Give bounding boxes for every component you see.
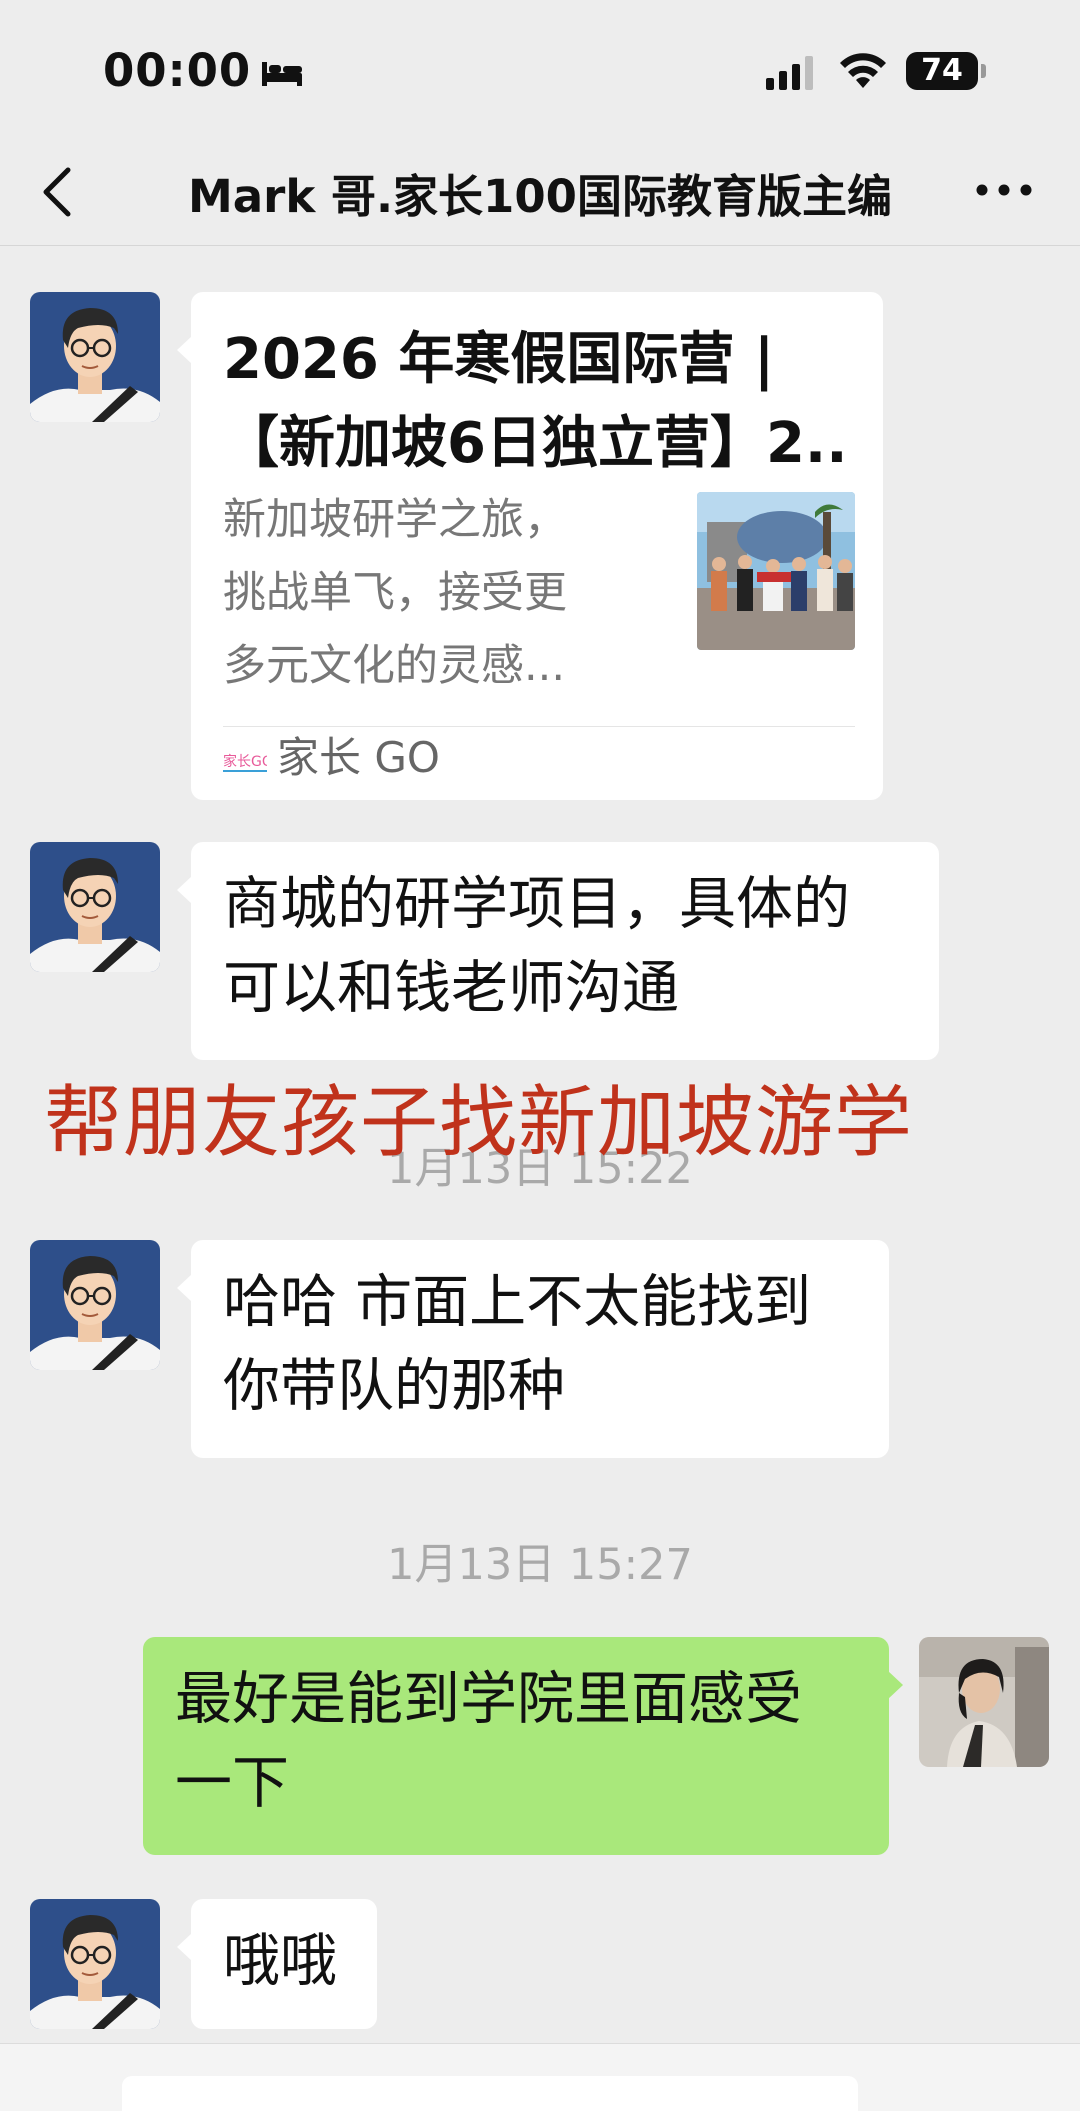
- bubble-tail: [177, 336, 192, 364]
- link-card-desc-line: 多元文化的灵感...: [223, 641, 566, 691]
- battery-icon: 74: [906, 52, 986, 90]
- chat-title: Mark 哥.家长100国际教育版主编: [188, 170, 892, 223]
- status-time: 00:00: [103, 44, 252, 97]
- bubble-tail: [177, 876, 192, 904]
- battery-tip: [981, 64, 986, 78]
- contact-avatar[interactable]: [30, 1240, 160, 1370]
- cartoon-man-avatar-icon: [30, 1899, 160, 2029]
- message-text-line: 你带队的那种: [223, 1353, 565, 1419]
- link-card-desc-line: 挑战单飞，接受更: [223, 568, 567, 618]
- message-input[interactable]: [122, 2076, 858, 2111]
- status-bar: 00:00 74: [0, 0, 1080, 140]
- contact-avatar[interactable]: [30, 842, 160, 972]
- cartoon-man-avatar-icon: [30, 1240, 160, 1370]
- link-card-title-line: 【新加坡6日独立营】2...: [223, 411, 853, 476]
- svg-text:家长GO: 家长GO: [223, 753, 267, 770]
- received-message-bubble[interactable]: 商城的研学项目，具体的 可以和钱老师沟通: [177, 842, 939, 1060]
- bubble-tail: [177, 1933, 192, 1961]
- link-card-desc-line: 新加坡研学之旅，: [223, 495, 567, 545]
- overlay-caption: 帮朋友孩子找新加坡游学: [44, 1078, 914, 1168]
- my-avatar[interactable]: [919, 1637, 1049, 1767]
- link-card-title: 2026 年寒假国际营 | 【新加坡6日独立营】2...: [223, 318, 853, 486]
- woman-photo-avatar-icon: [919, 1637, 1049, 1767]
- received-message-bubble[interactable]: 哈哈 市面上不太能找到 你带队的那种: [177, 1240, 889, 1458]
- sent-message-bubble[interactable]: 最好是能到学院里面感受 一下: [143, 1637, 903, 1855]
- message-text-line: 哦哦: [223, 1928, 337, 1994]
- link-card-description: 新加坡研学之旅， 挑战单飞，接受更 多元文化的灵感...: [223, 484, 623, 703]
- more-icon[interactable]: [974, 180, 1034, 200]
- card-divider: [223, 726, 855, 727]
- message-text-line: 可以和钱老师沟通: [223, 955, 679, 1021]
- source-logo-icon: 家长GO: [223, 753, 267, 772]
- chat-screen: 00:00 74 Mark 哥.家长100国际教育版主编 2026 年寒假国际营…: [0, 0, 1080, 2111]
- link-card-source: 家长 GO: [277, 733, 440, 782]
- timestamp: 1月13日 15:27: [387, 1540, 693, 1590]
- message-text-line: 最好是能到学院里面感受: [175, 1666, 802, 1732]
- cartoon-man-avatar-icon: [30, 842, 160, 972]
- cartoon-man-avatar-icon: [30, 292, 160, 422]
- message-text-line: 哈哈 市面上不太能找到: [223, 1269, 812, 1335]
- link-card-thumbnail: [697, 492, 855, 650]
- contact-avatar[interactable]: [30, 292, 160, 422]
- group-photo-icon: [697, 492, 855, 650]
- link-card[interactable]: 2026 年寒假国际营 | 【新加坡6日独立营】2... 新加坡研学之旅， 挑战…: [177, 292, 883, 800]
- bubble-tail: [888, 1671, 903, 1699]
- link-card-title-line: 2026 年寒假国际营 |: [223, 327, 775, 392]
- back-arrow-icon[interactable]: [38, 164, 78, 220]
- signal-icon: [766, 56, 813, 90]
- bubble-tail: [177, 1274, 192, 1302]
- input-bar: [0, 2043, 1080, 2111]
- wifi-icon: [840, 53, 886, 88]
- message-text-line: 商城的研学项目，具体的: [223, 871, 850, 937]
- message-text-line: 一下: [175, 1750, 289, 1816]
- bed-icon: [262, 62, 302, 86]
- contact-avatar[interactable]: [30, 1899, 160, 2029]
- chat-header: Mark 哥.家长100国际教育版主编: [0, 140, 1080, 246]
- battery-level: 74: [906, 52, 978, 90]
- received-message-bubble[interactable]: 哦哦: [177, 1899, 377, 2029]
